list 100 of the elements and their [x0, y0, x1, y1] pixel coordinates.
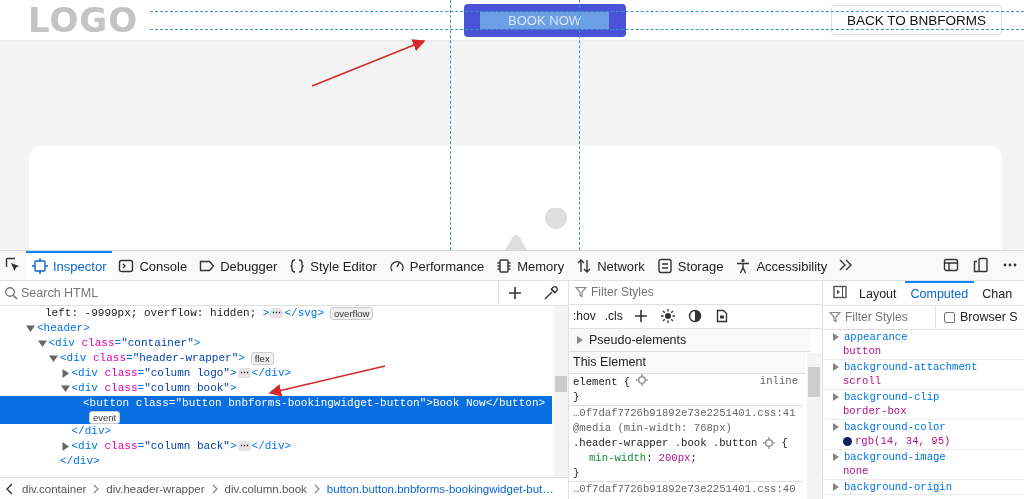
expand-arrow-icon — [577, 335, 583, 344]
markup-code: <div class="column back"> ⋯ </div> — [71, 438, 292, 454]
property-value: scroll — [843, 374, 882, 389]
contrast-icon — [687, 309, 702, 323]
rule-source[interactable]: …0f7daf7726b91892e73e2251401.css:40 — [569, 481, 796, 497]
markup-code: </div> — [60, 453, 100, 469]
plus-icon — [508, 285, 522, 300]
document-icon — [714, 309, 729, 323]
pseudo-class-toggle[interactable]: .cls — [604, 309, 623, 323]
search-icon — [4, 285, 18, 300]
gauge-icon — [388, 258, 405, 274]
markup-row[interactable]: <div class="column back"> ⋯ </div> — [0, 438, 552, 454]
markup-row[interactable]: <div class="container"> — [0, 335, 552, 351]
markup-code: </div> — [71, 423, 112, 439]
markup-code: <div class="column book"> — [71, 380, 237, 396]
sidebar-toggle-icon — [833, 284, 847, 299]
devtools-tab[interactable]: Memory — [490, 250, 571, 280]
css-selector: .header-wrapper .book .button — [573, 435, 758, 451]
property-name: background-clip — [844, 389, 940, 404]
rule-source[interactable]: inline — [759, 373, 798, 390]
markup-row[interactable]: <div class="column book"> — [0, 380, 552, 396]
console-icon — [118, 258, 135, 274]
markup-row[interactable]: left: -9999px; overflow: hidden; > ⋯ </svg> overflow — [0, 305, 552, 321]
css-brace: { — [781, 435, 788, 451]
devtools-tab[interactable]: Network — [570, 250, 651, 280]
breadcrumb[interactable]: div.container — [22, 482, 87, 495]
property-name: appearance — [844, 329, 908, 344]
markup-row[interactable]: </div> — [0, 453, 552, 469]
property-value: none — [843, 464, 869, 479]
color-swatch[interactable] — [843, 436, 852, 446]
markup-code: <button class="button bnbforms-bookingwidget-button">Book Now</button> — [83, 395, 546, 411]
property-value: border-box — [843, 404, 907, 419]
inspector-icon — [32, 258, 48, 274]
pseudo-class-toggle[interactable]: :hov — [573, 309, 596, 323]
tag-icon — [199, 258, 216, 274]
chevron-left-icon — [4, 481, 14, 496]
expand-arrow-icon — [833, 392, 839, 401]
breadcrumb[interactable]: button.button.bnbforms-bookingwidget-but… — [326, 482, 554, 495]
property-name: background-attachment — [844, 359, 978, 374]
section-header: This Element — [569, 351, 806, 374]
browser-styles-checkbox[interactable]: Browser S — [935, 306, 1018, 328]
filter-icon — [575, 286, 587, 298]
collapsed-badge[interactable]: ⋯ — [237, 367, 251, 378]
node-badge[interactable]: flex — [250, 351, 274, 365]
breadcrumb[interactable]: div.header-wrapper — [106, 482, 205, 495]
css-brace: } — [573, 465, 580, 481]
node-badge[interactable]: event — [89, 410, 121, 424]
rule-source[interactable]: …0f7daf7726b91892e73e2251401.css:41 — [573, 405, 796, 421]
braces-icon — [289, 258, 306, 274]
devtools-tab[interactable]: Accessibility — [729, 250, 834, 280]
devtools-tab[interactable]: Console — [112, 250, 194, 280]
element-picker-icon — [5, 257, 21, 273]
sun-button[interactable] — [658, 309, 677, 323]
markup-row[interactable]: <header> — [0, 320, 552, 336]
markup-code: <div class="header-wrapper"> — [60, 350, 245, 366]
markup-code: <div class="container"> — [48, 335, 201, 351]
sidebar-tab[interactable]: Chan — [976, 280, 1019, 305]
sun-icon — [660, 309, 675, 323]
css-selector: element { — [573, 373, 649, 390]
sidebar-tab[interactable]: Layout — [853, 280, 903, 305]
breadcrumb[interactable]: div.column.book — [224, 482, 307, 495]
expand-arrow-icon — [833, 362, 839, 371]
markup-row[interactable]: </div> — [0, 423, 552, 439]
filter-icon — [829, 311, 841, 323]
devtools-tab[interactable]: Debugger — [193, 250, 284, 280]
media-query: @media (min-width: 768px) — [573, 420, 732, 436]
markup-row[interactable]: <div class="column logo"> ⋯ </div> — [0, 365, 552, 381]
property-value: rgb(14, 34, 95) — [855, 434, 951, 449]
chevron-right-icon — [92, 482, 101, 495]
expand-arrow-icon — [833, 482, 839, 491]
dock-layout-icon — [943, 257, 959, 273]
expand-arrow-icon — [833, 422, 839, 431]
logo: LOGO — [28, 0, 139, 40]
pseudo-elements-row[interactable]: Pseudo-elements — [569, 328, 810, 352]
sidebar-tab[interactable]: Computed — [904, 280, 975, 305]
markup-row[interactable]: <div class="header-wrapper"> flex — [0, 350, 552, 366]
responsive-icon — [973, 257, 989, 273]
section-label: Pseudo-elements — [589, 332, 687, 347]
devtools-tab[interactable]: Inspector — [26, 250, 113, 280]
node-badge[interactable]: overflow — [330, 306, 374, 320]
markup-row[interactable]: <button class="button bnbforms-bookingwidget-button">Book Now</button> event — [0, 395, 552, 424]
expand-arrow-icon — [833, 332, 839, 341]
css-declaration[interactable]: min-width: 200px; — [573, 450, 697, 466]
devtools-tab[interactable]: Style Editor — [283, 250, 383, 280]
collapsed-badge[interactable]: ⋯ — [237, 440, 251, 451]
devtools-tab[interactable]: Performance — [382, 250, 491, 280]
property-name: background-color — [844, 419, 946, 434]
scrollbar[interactable] — [554, 305, 568, 477]
back-button[interactable]: BACK TO BNBFORMS — [830, 5, 1002, 35]
css-brace: } — [573, 389, 580, 405]
chip-icon — [496, 258, 513, 274]
property-value: button — [843, 344, 882, 359]
scrollbar[interactable] — [807, 352, 821, 499]
storage-icon — [656, 258, 673, 274]
devtools-tab[interactable]: Storage — [650, 250, 730, 280]
chevron-right-icon — [312, 482, 321, 495]
chevron-right-icon — [210, 482, 219, 495]
markup-code: <div class="column logo"> ⋯ </div> — [71, 365, 292, 381]
more-menu-icon — [1003, 263, 1017, 267]
collapsed-badge[interactable]: ⋯ — [270, 307, 284, 318]
